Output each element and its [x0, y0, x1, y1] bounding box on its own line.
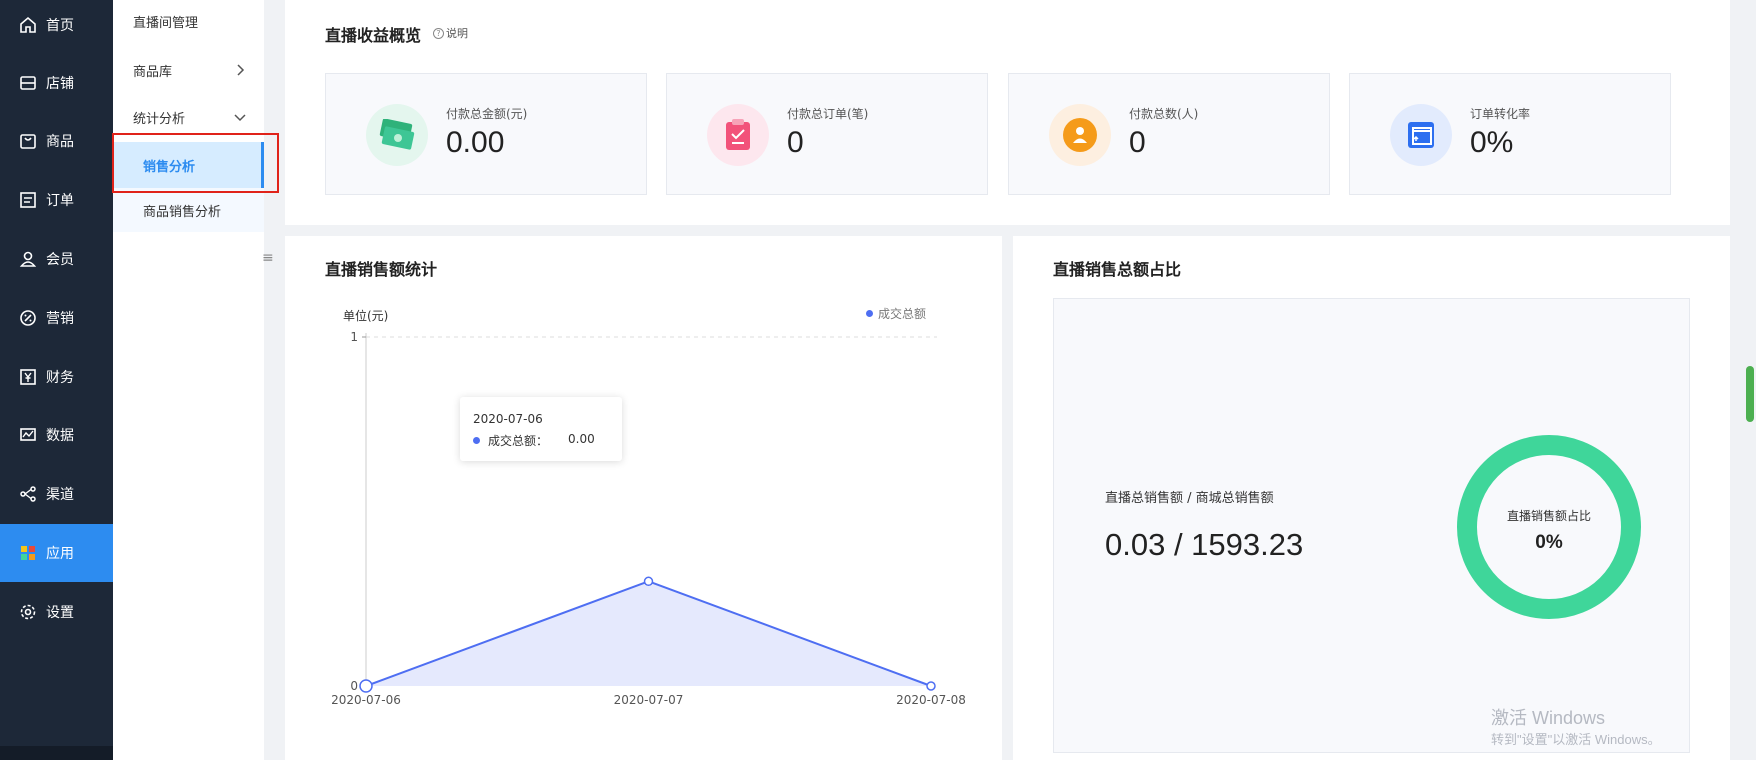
order-icon [18, 190, 38, 210]
sales-line-chart: 单位(元)102020-07-06 2020-07-07 2020-07-08 [331, 308, 966, 707]
subnav-label: 商品库 [133, 64, 173, 80]
scrollbar-thumb[interactable] [1746, 366, 1754, 422]
ratio-donut: 直播销售额占比 0% [1457, 435, 1641, 619]
donut-value: 0% [1535, 532, 1563, 553]
subnav-label: 商品销售分析 [143, 205, 222, 220]
store-icon [18, 73, 38, 93]
stat-value: 0 [787, 126, 804, 159]
sub-sidebar: 直播间管理 商品库 统计分析 销售分析 商品销售分析 [113, 0, 264, 760]
x-tick-label: 2020-07-07 [614, 693, 684, 707]
data-point [359, 679, 373, 693]
stat-value: 0% [1470, 126, 1514, 159]
nav-label: 数据 [46, 428, 74, 444]
highlight-box [112, 133, 279, 193]
y-tick-label: 0 [350, 679, 358, 693]
overview-panel: 直播收益概览 ? 说明 付款总金额(元) 0.00 付款总订单(笔) 0 付款总… [285, 0, 1730, 225]
tooltip-date: 2020-07-06 [473, 412, 543, 426]
main-sidebar: 首页 店铺 商品 订单 会员 营销 财务 数据 渠道 应用 设置 [0, 0, 113, 760]
nav-label: 首页 [46, 18, 74, 34]
donut-ring [1457, 435, 1641, 619]
series-area [366, 581, 931, 686]
help-link[interactable]: ? 说明 [433, 25, 468, 41]
subnav-item-product-lib[interactable]: 商品库 [113, 48, 264, 92]
stat-card-conversion: 订单转化率 0% [1349, 73, 1671, 195]
nav-item-apps[interactable]: 应用 [0, 524, 113, 582]
question-icon: ? [433, 27, 444, 39]
subnav-label: 统计分析 [133, 111, 186, 127]
help-label: 说明 [446, 27, 468, 40]
nav-label: 订单 [46, 193, 74, 209]
y-axis-unit: 单位(元) [343, 308, 388, 323]
nav-footer [0, 746, 113, 760]
data-point [643, 576, 654, 587]
nav-item-home[interactable]: 首页 [0, 0, 113, 54]
tooltip-value: 0.00 [568, 432, 595, 446]
stat-label: 付款总数(人) [1129, 107, 1199, 121]
stat-value: 0.00 [446, 126, 505, 159]
apps-icon [18, 543, 38, 563]
nav-label: 财务 [46, 370, 74, 386]
x-tick-label: 2020-07-08 [896, 693, 966, 707]
donut-label: 直播销售额占比 [1507, 508, 1591, 523]
nav-item-store[interactable]: 店铺 [0, 54, 113, 112]
nav-item-marketing[interactable]: 营销 [0, 289, 113, 347]
channel-icon [18, 484, 38, 504]
watermark-title: 激活 Windows [1491, 708, 1606, 728]
stat-card-buyers: 付款总数(人) 0 [1008, 73, 1330, 195]
compare-value: 0.03 / 1593.23 [1105, 527, 1304, 562]
gear-icon [18, 602, 38, 622]
yuan-icon [18, 367, 38, 387]
compare-label: 直播总销售额 / 商城总销售额 [1105, 491, 1274, 506]
subnav-item-product-sales-analysis[interactable]: 商品销售分析 [113, 188, 264, 232]
bag-icon [18, 131, 38, 151]
tooltip-label: 成交总额： [488, 434, 549, 448]
nav-label: 商品 [46, 134, 74, 150]
overview-title: 直播收益概览 [325, 26, 422, 45]
clipboard-icon [707, 104, 769, 166]
watermark-subtitle: 转到"设置"以激活 Windows。 [1491, 732, 1661, 747]
x-tick-label: 2020-07-06 [331, 693, 401, 707]
stat-label: 付款总订单(笔) [787, 107, 869, 121]
stat-label: 订单转化率 [1470, 107, 1531, 121]
nav-label: 会员 [46, 252, 74, 268]
collapse-menu-icon[interactable]: ≡ [262, 250, 276, 276]
data-point [926, 681, 936, 691]
home-icon [18, 15, 38, 35]
nav-label: 店铺 [46, 76, 74, 92]
ratio-title: 直播销售总额占比 [1053, 260, 1182, 279]
subnav-item-live-manage[interactable]: 直播间管理 [113, 0, 264, 43]
nav-item-orders[interactable]: 订单 [0, 171, 113, 229]
nav-label: 营销 [46, 311, 74, 327]
nav-item-channel[interactable]: 渠道 [0, 465, 113, 523]
stat-label: 付款总金额(元) [446, 107, 528, 121]
person-icon [1049, 104, 1111, 166]
chevron-down-icon [234, 114, 246, 122]
nav-label: 应用 [46, 546, 74, 562]
discount-icon [18, 308, 38, 328]
nav-item-members[interactable]: 会员 [0, 230, 113, 288]
chevron-right-icon [237, 64, 245, 76]
conversion-icon [1390, 104, 1452, 166]
y-tick-label: 1 [350, 330, 358, 344]
nav-item-data[interactable]: 数据 [0, 406, 113, 464]
stat-card-orders: 付款总订单(笔) 0 [666, 73, 988, 195]
user-icon [18, 249, 38, 269]
tooltip-dot [473, 437, 480, 444]
stat-card-amount: 付款总金额(元) 0.00 [325, 73, 647, 195]
ratio-box: 直播总销售额 / 商城总销售额 0.03 / 1593.23 直播销售额占比 0… [1053, 298, 1690, 753]
stat-value: 0 [1129, 126, 1146, 159]
nav-item-goods[interactable]: 商品 [0, 112, 113, 170]
chart-tooltip: 2020-07-06 成交总额： 0.00 [460, 397, 622, 461]
subnav-label: 直播间管理 [133, 15, 199, 31]
chart-icon [18, 425, 38, 445]
nav-label: 渠道 [46, 487, 74, 503]
nav-label: 设置 [46, 605, 74, 621]
money-icon [366, 104, 428, 166]
nav-item-settings[interactable]: 设置 [0, 583, 113, 641]
nav-item-finance[interactable]: 财务 [0, 348, 113, 406]
